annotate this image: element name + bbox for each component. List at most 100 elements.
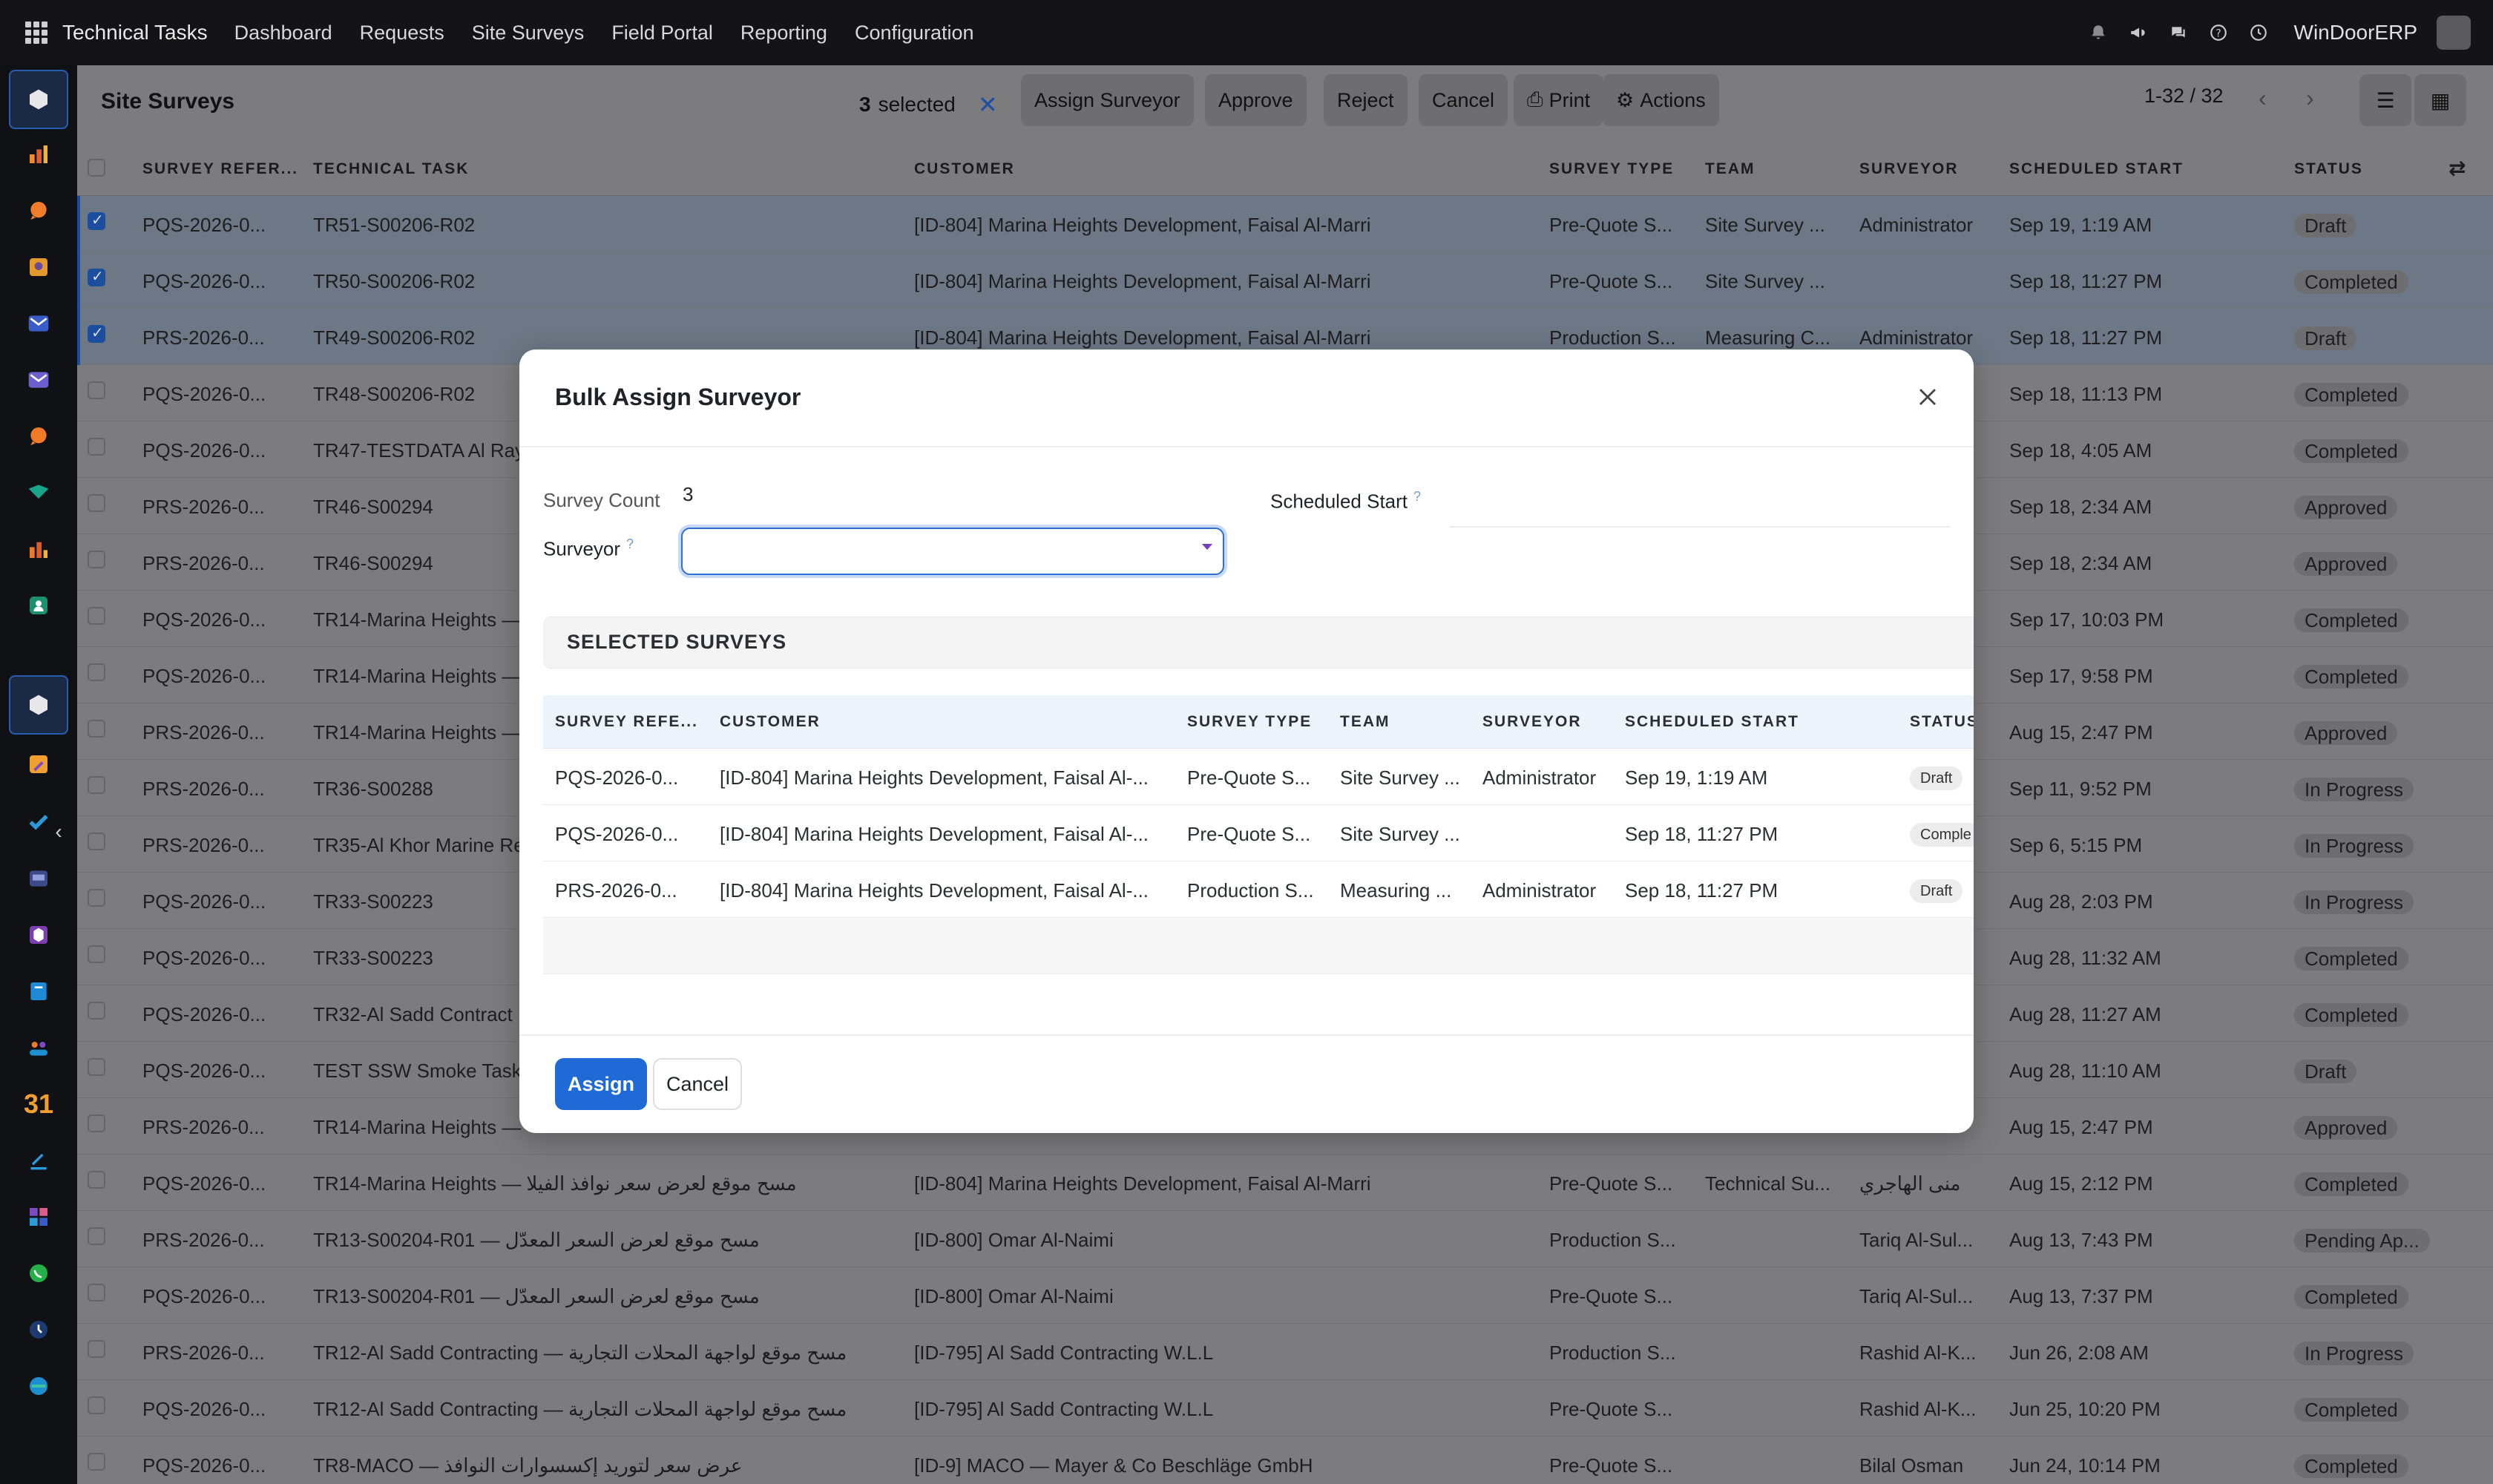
swirl-icon[interactable]: [24, 1371, 53, 1401]
menu-requests[interactable]: Requests: [360, 22, 444, 45]
book-icon[interactable]: [24, 976, 53, 1006]
calendar-view-icon[interactable]: ▦: [2414, 74, 2466, 126]
approve-button[interactable]: Approve: [1205, 74, 1307, 126]
sel-col-survey-type[interactable]: SURVEY TYPE: [1187, 713, 1312, 731]
table-row[interactable]: PRS-2026-0... TR12-Al Sadd Contracting — …: [77, 1324, 2493, 1380]
print-button[interactable]: ⎙ Print: [1514, 74, 1604, 126]
col-status[interactable]: STATUS: [2294, 160, 2363, 178]
image-icon[interactable]: [24, 252, 53, 282]
table-row[interactable]: PQS-2026-0... TR14-Marina Heights — مسح م…: [77, 1155, 2493, 1211]
row-checkbox[interactable]: [88, 381, 105, 399]
app-grid-icon[interactable]: [25, 22, 47, 44]
megaphone-icon[interactable]: [2128, 22, 2149, 43]
menu-reporting[interactable]: Reporting: [740, 22, 827, 45]
row-checkbox[interactable]: [88, 438, 105, 456]
sel-col-customer[interactable]: CUSTOMER: [720, 713, 821, 731]
row-checkbox[interactable]: [88, 1058, 105, 1076]
row-checkbox[interactable]: [88, 1396, 105, 1414]
reject-button[interactable]: Reject: [1324, 74, 1408, 126]
pen-icon[interactable]: [24, 749, 53, 779]
row-checkbox[interactable]: [88, 1227, 105, 1245]
next-page-icon[interactable]: ›: [2306, 85, 2314, 112]
prev-page-icon[interactable]: ‹: [2259, 85, 2267, 112]
help-icon[interactable]: ?: [2208, 22, 2229, 43]
chat-bubble-icon[interactable]: [24, 196, 53, 226]
menu-site-surveys[interactable]: Site Surveys: [472, 22, 585, 45]
scheduled-start-input[interactable]: [1450, 480, 1950, 528]
cancel-button[interactable]: Cancel: [653, 1058, 742, 1110]
pager-value[interactable]: 1-32 / 32: [2144, 85, 2224, 108]
truck-icon[interactable]: [24, 478, 53, 508]
bell-icon[interactable]: [2088, 22, 2109, 43]
row-checkbox[interactable]: [88, 1171, 105, 1189]
row-checkbox[interactable]: [88, 776, 105, 794]
assign-button[interactable]: Assign: [555, 1058, 647, 1110]
row-checkbox[interactable]: [88, 212, 105, 230]
clock-icon[interactable]: [2248, 22, 2269, 43]
sel-col-scheduled-start[interactable]: SCHEDULED START: [1625, 713, 1799, 731]
table-row[interactable]: PQS-2026-0... TR13-S00204-R01 — مسح موقع …: [77, 1267, 2493, 1324]
selected-table-row[interactable]: PRS-2026-0... [ID-804] Marina Heights Dev…: [543, 861, 1974, 918]
row-checkbox[interactable]: [88, 1284, 105, 1301]
row-checkbox[interactable]: [88, 833, 105, 850]
row-checkbox[interactable]: [88, 1114, 105, 1132]
menu-field-portal[interactable]: Field Portal: [611, 22, 713, 45]
clear-selection-icon[interactable]: ✕: [978, 91, 998, 119]
close-icon[interactable]: [1913, 382, 1942, 412]
bar-chart-icon[interactable]: [24, 139, 53, 169]
table-row[interactable]: PQS-2026-0... TR51-S00206-R02 [ID-804] Mar…: [77, 196, 2493, 252]
menu-dashboard[interactable]: Dashboard: [234, 22, 332, 45]
cube-icon[interactable]: [9, 70, 68, 129]
selected-table-row[interactable]: PQS-2026-0... [ID-804] Marina Heights Dev…: [543, 805, 1974, 861]
inventory-chart-icon[interactable]: [24, 534, 53, 564]
row-checkbox[interactable]: [88, 945, 105, 963]
surveyor-select[interactable]: [681, 528, 1224, 575]
timer-icon[interactable]: [24, 1315, 53, 1345]
sel-col-surveyor[interactable]: SURVEYOR: [1482, 713, 1581, 731]
row-checkbox[interactable]: [88, 1453, 105, 1471]
row-checkbox[interactable]: [88, 663, 105, 681]
col-surveyor[interactable]: SURVEYOR: [1859, 160, 1958, 178]
contact-icon[interactable]: [24, 591, 53, 620]
row-checkbox[interactable]: [88, 325, 105, 343]
row-checkbox[interactable]: [88, 1002, 105, 1020]
scheduled-start-help-mark[interactable]: ?: [1413, 489, 1421, 504]
sel-col-survey-ref[interactable]: SURVEY REFE...: [555, 713, 698, 731]
app-title[interactable]: Technical Tasks: [62, 21, 208, 45]
row-checkbox[interactable]: [88, 1340, 105, 1358]
company-name[interactable]: WinDoorERP: [2294, 21, 2417, 45]
col-scheduled-start[interactable]: SCHEDULED START: [2009, 160, 2184, 178]
table-row[interactable]: PQS-2026-0... TR8-MACO — عرض سعر لتوريد إ…: [77, 1437, 2493, 1484]
check-icon[interactable]: [24, 807, 53, 837]
col-customer[interactable]: CUSTOMER: [914, 160, 1015, 178]
sel-col-status[interactable]: STATUS: [1910, 713, 1974, 731]
col-survey-ref[interactable]: SURVEY REFER...: [142, 160, 298, 178]
draw-icon[interactable]: [24, 1146, 53, 1175]
mail-alt-icon[interactable]: [24, 365, 53, 395]
mail-icon[interactable]: [24, 309, 53, 338]
calendar-31-icon[interactable]: 31: [24, 1089, 53, 1119]
assign-surveyor-button[interactable]: Assign Surveyor: [1021, 74, 1194, 126]
table-row[interactable]: PQS-2026-0... TR12-Al Sadd Contracting — …: [77, 1380, 2493, 1437]
row-checkbox[interactable]: [88, 551, 105, 568]
row-checkbox[interactable]: [88, 607, 105, 625]
table-row[interactable]: PQS-2026-0... TR50-S00206-R02 [ID-804] Mar…: [77, 252, 2493, 309]
chat-icon[interactable]: [2168, 22, 2189, 43]
list-view-icon[interactable]: ☰: [2359, 74, 2411, 126]
cube-active-icon[interactable]: [9, 675, 68, 735]
whatsapp-icon[interactable]: [24, 1258, 53, 1288]
select-all-checkbox[interactable]: [88, 159, 105, 177]
sel-col-team[interactable]: TEAM: [1340, 713, 1390, 731]
row-checkbox[interactable]: [88, 494, 105, 512]
col-team[interactable]: TEAM: [1705, 160, 1755, 178]
menu-configuration[interactable]: Configuration: [855, 22, 974, 45]
row-checkbox[interactable]: [88, 720, 105, 738]
row-checkbox[interactable]: [88, 269, 105, 286]
grid-app-icon[interactable]: [24, 1202, 53, 1232]
selected-table-row[interactable]: PQS-2026-0... [ID-804] Marina Heights Dev…: [543, 749, 1974, 805]
surveyor-help-mark[interactable]: ?: [626, 536, 634, 551]
cancel-surveys-button[interactable]: Cancel: [1419, 74, 1508, 126]
box-icon[interactable]: [24, 920, 53, 950]
col-technical-task[interactable]: TECHNICAL TASK: [313, 160, 469, 178]
column-settings-icon[interactable]: ⇄: [2448, 156, 2466, 180]
